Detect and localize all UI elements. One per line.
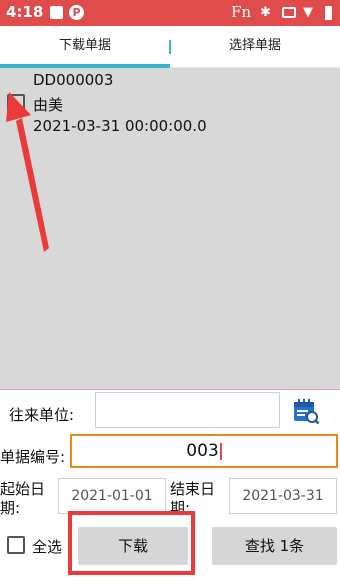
bill-partner-name: 由美 bbox=[33, 96, 64, 114]
end-date-input[interactable]: 2021-03-31 bbox=[229, 478, 337, 514]
filter-form: 往来单位: 单据编号: 003 起始日期: 2021-01-01 结束日期: 2… bbox=[0, 389, 340, 587]
bill-number-value: 003 bbox=[186, 441, 219, 461]
search-button[interactable]: 查找 1条 bbox=[212, 527, 337, 565]
calendar-search-icon[interactable] bbox=[292, 397, 320, 425]
tab-download-bills[interactable]: 下载单据 bbox=[0, 26, 170, 68]
wifi-icon: ▼ bbox=[303, 5, 313, 20]
tab-bar: 下载单据 选择单据 bbox=[0, 26, 340, 68]
start-date-input[interactable]: 2021-01-01 bbox=[58, 478, 166, 514]
battery-icon bbox=[325, 6, 332, 20]
end-date-label: 结束日期: bbox=[170, 480, 216, 517]
start-date-label: 起始日期: bbox=[0, 480, 46, 517]
partner-label: 往来单位: bbox=[9, 406, 75, 424]
partner-input[interactable] bbox=[95, 392, 280, 428]
status-time: 4:18 bbox=[6, 3, 44, 21]
bill-number-label: 单据编号: bbox=[0, 448, 66, 466]
bill-list[interactable]: DD000003 由美 2021-03-31 00:00:00.0 bbox=[0, 68, 340, 389]
tab-select-bills[interactable]: 选择单据 bbox=[170, 26, 340, 68]
bill-date: 2021-03-31 00:00:00.0 bbox=[33, 117, 207, 135]
p-badge-icon: P bbox=[69, 5, 84, 20]
bill-code: DD000003 bbox=[33, 71, 114, 89]
select-all-label[interactable]: 全选 bbox=[32, 536, 62, 557]
list-item[interactable]: DD000003 由美 2021-03-31 00:00:00.0 bbox=[0, 68, 340, 138]
status-bar: 4:18 P Fn ✱ ▼ bbox=[0, 0, 340, 26]
text-caret bbox=[219, 442, 222, 460]
bluetooth-icon: ✱ bbox=[260, 5, 271, 20]
cast-icon bbox=[282, 7, 296, 18]
bill-number-input[interactable]: 003 bbox=[70, 434, 338, 468]
download-button[interactable]: 下载 bbox=[78, 527, 188, 565]
square-icon bbox=[50, 6, 63, 19]
fn-icon: Fn bbox=[231, 3, 252, 21]
item-checkbox[interactable] bbox=[7, 94, 25, 112]
select-all-checkbox[interactable] bbox=[7, 536, 25, 554]
